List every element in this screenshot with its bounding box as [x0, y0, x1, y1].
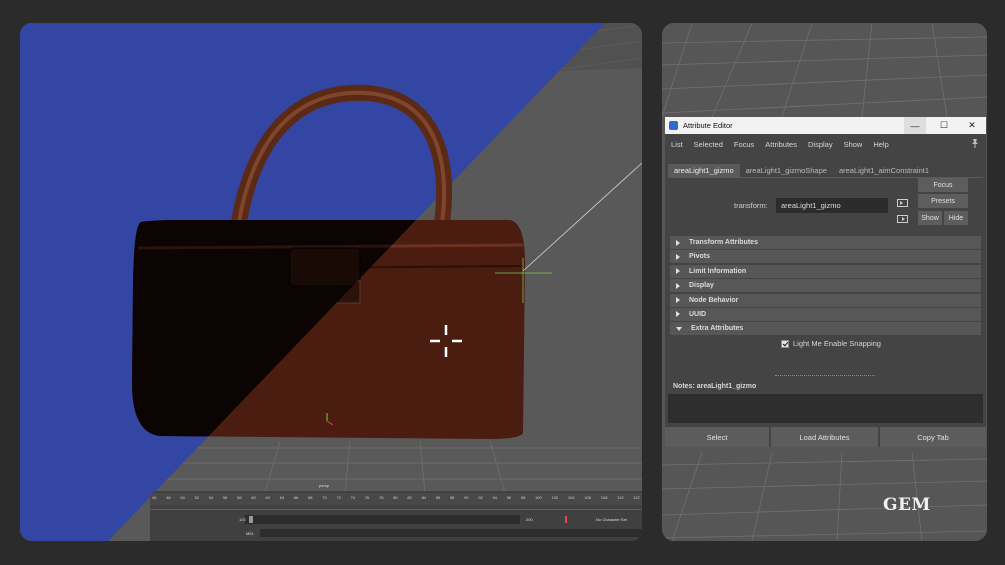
snapping-label: Light Me Enable Snapping [793, 339, 881, 349]
tab-gizmo[interactable]: areaLight1_gizmo [668, 164, 740, 177]
section-node-behavior[interactable]: Node Behavior [670, 293, 981, 307]
timeline-tick-label: 72 [336, 495, 341, 500]
timeline-tick-label: 102 [551, 495, 559, 500]
timeline-tick-label: 96 [506, 495, 512, 500]
timeline-tick-label: 88 [449, 495, 455, 500]
maximize-button[interactable]: ☐ [933, 117, 955, 134]
range-end-field[interactable]: 200 [526, 517, 533, 522]
section-transform-attributes[interactable]: Transform Attributes [670, 236, 981, 249]
copy-tab-button[interactable]: Copy Tab [880, 427, 986, 447]
timeline-tick-label: 108 [600, 495, 608, 500]
gem-logo: GEM [883, 495, 931, 515]
menu-selected[interactable]: Selected [694, 140, 723, 149]
timeline-tick-label: 68 [308, 495, 313, 500]
bottom-button-bar: Select Load Attributes Copy Tab [665, 427, 986, 447]
window-title: Attribute Editor [683, 121, 733, 130]
section-display[interactable]: Display [670, 279, 981, 293]
minimize-button[interactable]: — [904, 117, 926, 134]
range-start-field[interactable]: 120 [239, 517, 246, 522]
output-connection-icon[interactable] [897, 215, 908, 223]
timeline-ticks: 46 48 50 52 54 56 58 60 62 64 66 68 70 72 74 76 78 80 82 84… [152, 495, 640, 503]
expand-arrow-icon [676, 311, 680, 318]
focus-button[interactable]: Focus [918, 178, 968, 192]
timeline-tick-label: 110 [617, 495, 624, 500]
camera-label: persp [319, 483, 330, 488]
timeline-tick-label: 46 [152, 495, 157, 500]
expand-arrow-icon [676, 239, 680, 246]
section-limit-information[interactable]: Limit Information [670, 264, 981, 278]
select-button[interactable]: Select [665, 427, 769, 447]
timeline-tick-label: 98 [520, 495, 526, 500]
timeline-tick-label: 74 [350, 495, 356, 500]
tab-gizmo-shape[interactable]: areaLight1_gizmoShape [740, 164, 833, 177]
timeline-tick-label: 112 [633, 495, 640, 500]
attribute-editor-panel: Attribute Editor — ☐ ✕ List Selected Foc… [662, 23, 987, 541]
load-attributes-button[interactable]: Load Attributes [771, 427, 878, 447]
node-tabs: areaLight1_gizmo areaLight1_gizmoShape a… [668, 164, 935, 177]
timeline-tick-label: 80 [393, 495, 398, 500]
pin-icon[interactable] [971, 139, 979, 148]
timeline-tick-label: 82 [407, 495, 412, 500]
timeline-tick-label: 60 [251, 495, 256, 500]
timeline-tick-label: 84 [421, 495, 427, 500]
viewport-panel[interactable]: persp 46 48 50 52 54 56 58 60 62 64 66 68 70 72 74 76 78… [20, 23, 642, 541]
menu-focus[interactable]: Focus [734, 140, 754, 149]
transform-label: transform: [734, 201, 768, 210]
expand-arrow-icon [676, 268, 680, 275]
mel-command-line[interactable] [260, 529, 642, 537]
resize-divider[interactable] [775, 375, 875, 376]
timeline-tick-label: 100 [535, 495, 542, 500]
collapse-arrow-icon [676, 326, 682, 331]
title-bar[interactable]: Attribute Editor — ☐ ✕ [665, 117, 986, 134]
expand-arrow-icon [676, 253, 680, 260]
section-uuid[interactable]: UUID [670, 307, 981, 321]
mel-label: MEL [246, 531, 255, 536]
timeline-tick-label: 106 [584, 495, 592, 500]
section-extra-attributes[interactable]: Extra Attributes [670, 322, 981, 336]
attribute-editor-window: Attribute Editor — ☐ ✕ List Selected Foc… [665, 117, 986, 447]
timeline-tick-label: 62 [265, 495, 270, 500]
timeline-tick-label: 92 [478, 495, 483, 500]
timeline-tick-label: 52 [194, 495, 200, 500]
close-button[interactable]: ✕ [961, 117, 983, 134]
show-button[interactable]: Show [918, 211, 942, 225]
timeline-tick-label: 66 [293, 495, 299, 500]
tab-aim-constraint[interactable]: areaLight1_aimConstraint1 [833, 164, 935, 177]
menu-attributes[interactable]: Attributes [765, 140, 797, 149]
maya-icon [669, 121, 678, 130]
timeline-tick-label: 76 [364, 495, 370, 500]
input-connection-icon[interactable] [897, 199, 908, 207]
character-set-menu[interactable]: No Character Set [596, 517, 627, 522]
notes-label: Notes: areaLight1_gizmo [673, 383, 757, 390]
timeline-tick-label: 78 [379, 495, 384, 500]
timeline-tick-label: 104 [567, 495, 575, 500]
range-slider[interactable] [245, 515, 520, 524]
timeline-tick-label: 50 [180, 495, 185, 500]
timeline-tick-label: 90 [464, 495, 469, 500]
timeline-tick-label: 86 [435, 495, 441, 500]
timeline-tick-label: 94 [492, 495, 497, 500]
timeline-tick-label: 54 [208, 495, 214, 500]
attribute-sections: Transform Attributes Pivots Limit Inform… [670, 236, 981, 351]
timeline-tick-label: 56 [222, 495, 228, 500]
menu-help[interactable]: Help [873, 140, 888, 149]
hide-button[interactable]: Hide [944, 211, 968, 225]
timeline-tick-label: 48 [166, 495, 171, 500]
notes-textarea[interactable] [668, 394, 983, 423]
timeline-tick-label: 64 [279, 495, 285, 500]
snapping-option-row: Light Me Enable Snapping [670, 337, 981, 351]
menu-display[interactable]: Display [808, 140, 833, 149]
transform-name-field[interactable]: areaLight1_gizmo [776, 198, 888, 213]
presets-button[interactable]: Presets [918, 194, 968, 208]
expand-arrow-icon [676, 297, 680, 304]
section-pivots[interactable]: Pivots [670, 250, 981, 264]
menu-list[interactable]: List [671, 140, 683, 149]
viewport-scene[interactable] [20, 23, 642, 541]
menu-bar: List Selected Focus Attributes Display S… [665, 134, 986, 154]
expand-arrow-icon [676, 282, 680, 289]
snapping-checkbox[interactable] [781, 339, 789, 348]
timeline-tick-label: 58 [237, 495, 242, 500]
timeline-tick-label: 70 [322, 495, 327, 500]
menu-show[interactable]: Show [844, 140, 863, 149]
